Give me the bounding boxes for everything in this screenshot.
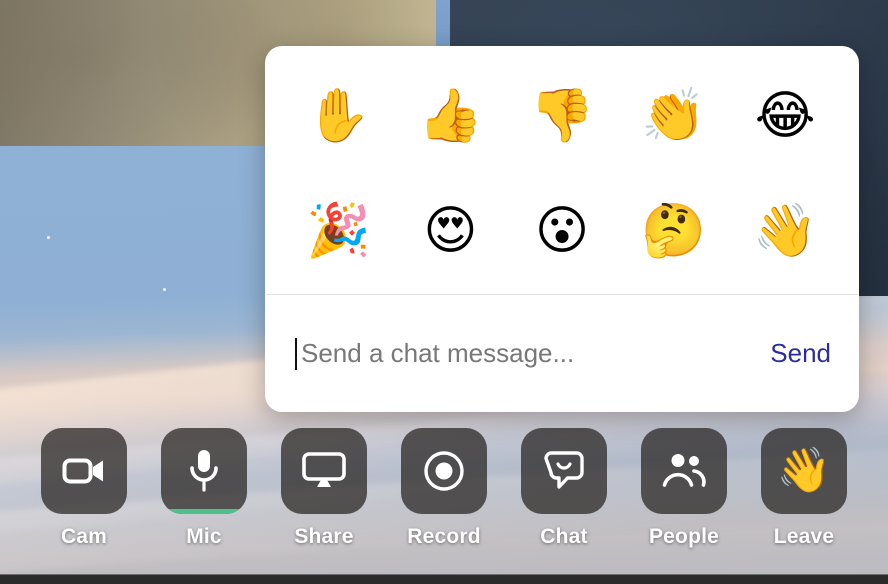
chat-input-wrapper: [295, 332, 755, 376]
record-icon: [423, 450, 465, 492]
chat-label: Chat: [540, 525, 588, 548]
open-mouth-emoji[interactable]: 😮: [523, 192, 601, 270]
control-leave[interactable]: 👋 Leave: [761, 428, 847, 549]
meeting-window: ✋ 👍 👎 👏 😂 🎉 😍 😮 🤔 👋 Send a chat message.…: [0, 0, 888, 584]
record-button[interactable]: [401, 428, 487, 514]
microphone-icon: [187, 448, 221, 494]
chat-button[interactable]: [521, 428, 607, 514]
control-record[interactable]: Record: [401, 428, 487, 549]
window-bottom-chrome: [0, 574, 888, 584]
people-icon: [661, 452, 707, 490]
heart-eyes-emoji[interactable]: 😍: [411, 192, 489, 270]
mic-level-indicator: [161, 509, 247, 514]
waving-hand-emoji[interactable]: 👋: [746, 192, 824, 270]
reactions-chat-popover: ✋ 👍 👎 👏 😂 🎉 😍 😮 🤔 👋 Send: [265, 46, 859, 412]
people-label: People: [648, 525, 720, 548]
leave-button[interactable]: 👋: [761, 428, 847, 514]
clapping-hands-emoji[interactable]: 👏: [635, 77, 713, 155]
raised-hand-emoji[interactable]: ✋: [300, 77, 378, 155]
party-popper-emoji[interactable]: 🎉: [300, 192, 378, 270]
video-camera-icon: [62, 455, 106, 487]
leave-label: Leave: [773, 525, 835, 548]
control-people[interactable]: People: [641, 428, 727, 549]
control-cam[interactable]: Cam: [41, 428, 127, 549]
control-mic[interactable]: Mic: [161, 428, 247, 549]
thinking-face-emoji[interactable]: 🤔: [635, 192, 713, 270]
meeting-control-bar: Cam Mic Share Record Chat People 👋 Leave: [0, 428, 888, 574]
cam-button[interactable]: [41, 428, 127, 514]
chat-compose-row: Send: [265, 295, 859, 412]
send-button[interactable]: Send: [768, 334, 833, 373]
emoji-reaction-grid: ✋ 👍 👎 👏 😂 🎉 😍 😮 🤔 👋: [265, 46, 859, 294]
tears-of-joy-emoji[interactable]: 😂: [746, 77, 824, 155]
text-caret: [295, 337, 297, 370]
control-share[interactable]: Share: [281, 428, 367, 549]
mic-button[interactable]: [161, 428, 247, 514]
chat-bubble-icon: [542, 450, 586, 492]
mic-label: Mic: [186, 525, 222, 548]
people-button[interactable]: [641, 428, 727, 514]
waving-hand-icon: 👋: [776, 445, 832, 496]
screen-share-icon: [301, 451, 347, 491]
thumbs-up-emoji[interactable]: 👍: [411, 77, 489, 155]
snow-speck: [47, 236, 50, 239]
thumbs-down-emoji[interactable]: 👎: [523, 77, 601, 155]
share-button[interactable]: [281, 428, 367, 514]
snow-speck: [163, 288, 166, 291]
share-label: Share: [294, 525, 354, 548]
record-label: Record: [407, 525, 481, 548]
cam-label: Cam: [60, 525, 108, 548]
control-chat[interactable]: Chat: [521, 428, 607, 549]
chat-message-input[interactable]: [295, 338, 755, 369]
